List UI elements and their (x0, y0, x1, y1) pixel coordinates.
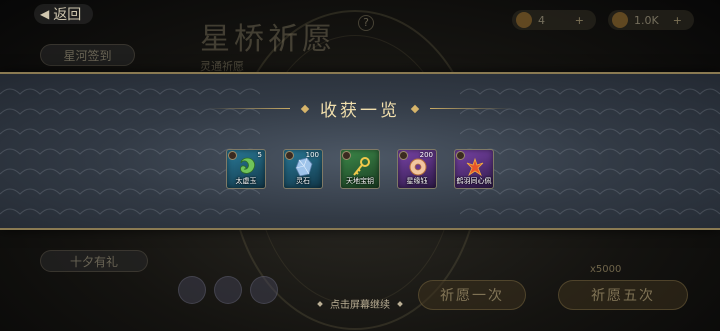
continue-label: 点击屏幕继续 (330, 300, 390, 311)
diamond-ornament-icon (300, 104, 310, 113)
tap-to-continue[interactable]: 点击屏幕继续 (0, 296, 720, 311)
item-name: 天地宝钥 (346, 177, 374, 185)
draw-price: x5000 (590, 264, 622, 275)
panel-header: 收获一览 (0, 96, 720, 121)
side-tab-label: 星河签到 (63, 48, 112, 63)
gem-currency-icon (516, 12, 532, 28)
reward-item[interactable]: 5 太虚玉 (226, 149, 266, 189)
item-count: 5 (257, 151, 262, 159)
currency-gem[interactable]: 4 + (512, 10, 596, 30)
diamond-ornament-icon (317, 300, 323, 307)
item-name: 太虚玉 (235, 177, 257, 185)
add-gem-icon[interactable]: + (575, 14, 584, 27)
item-name: 鹤羽同心佩 (456, 177, 492, 185)
reward-item[interactable]: 100 灵石 (283, 149, 323, 189)
currency-coin-value: 1.0K (634, 13, 659, 27)
side-tab-sign-in[interactable]: 星河签到 (40, 44, 135, 66)
reward-summary-panel: 收获一览 5 太虚玉 100 灵石 天地宝钥 200 星缘钰 鹤羽同心佩 (0, 72, 720, 230)
add-coin-icon[interactable]: + (673, 14, 682, 27)
title-ornament-line-right (430, 108, 512, 109)
help-icon[interactable]: ? (358, 15, 374, 31)
spirit-stone-icon (295, 157, 313, 177)
golden-key-icon (353, 157, 370, 176)
title-ornament-line-left (208, 108, 290, 109)
currency-gem-value: 4 (538, 13, 545, 27)
item-name: 星缘钰 (406, 177, 428, 185)
jade-ring-icon (409, 158, 427, 176)
jade-icon (240, 157, 255, 174)
reward-item-list: 5 太虚玉 100 灵石 天地宝钥 200 星缘钰 鹤羽同心佩 (0, 149, 720, 189)
event-title: 星桥祈愿 (200, 22, 336, 57)
reward-item[interactable]: 天地宝钥 (340, 149, 380, 189)
coin-currency-icon (612, 12, 628, 28)
side-tab-label: 十夕有礼 (69, 254, 118, 269)
diamond-ornament-icon (397, 300, 403, 307)
item-name: 灵石 (296, 177, 310, 185)
back-button-label: 返回 (53, 7, 82, 23)
reward-item[interactable]: 200 星缘钰 (397, 149, 437, 189)
back-arrow-icon: ◀ (40, 7, 50, 21)
panel-title: 收获一览 (320, 101, 400, 121)
side-tab-gift[interactable]: 十夕有礼 (40, 250, 148, 272)
back-button[interactable]: ◀ 返回 (34, 4, 94, 24)
reward-item[interactable]: 鹤羽同心佩 (454, 149, 494, 189)
feather-pendant-icon (466, 157, 484, 177)
currency-coin[interactable]: 1.0K + (608, 10, 694, 30)
diamond-ornament-icon (410, 104, 420, 113)
